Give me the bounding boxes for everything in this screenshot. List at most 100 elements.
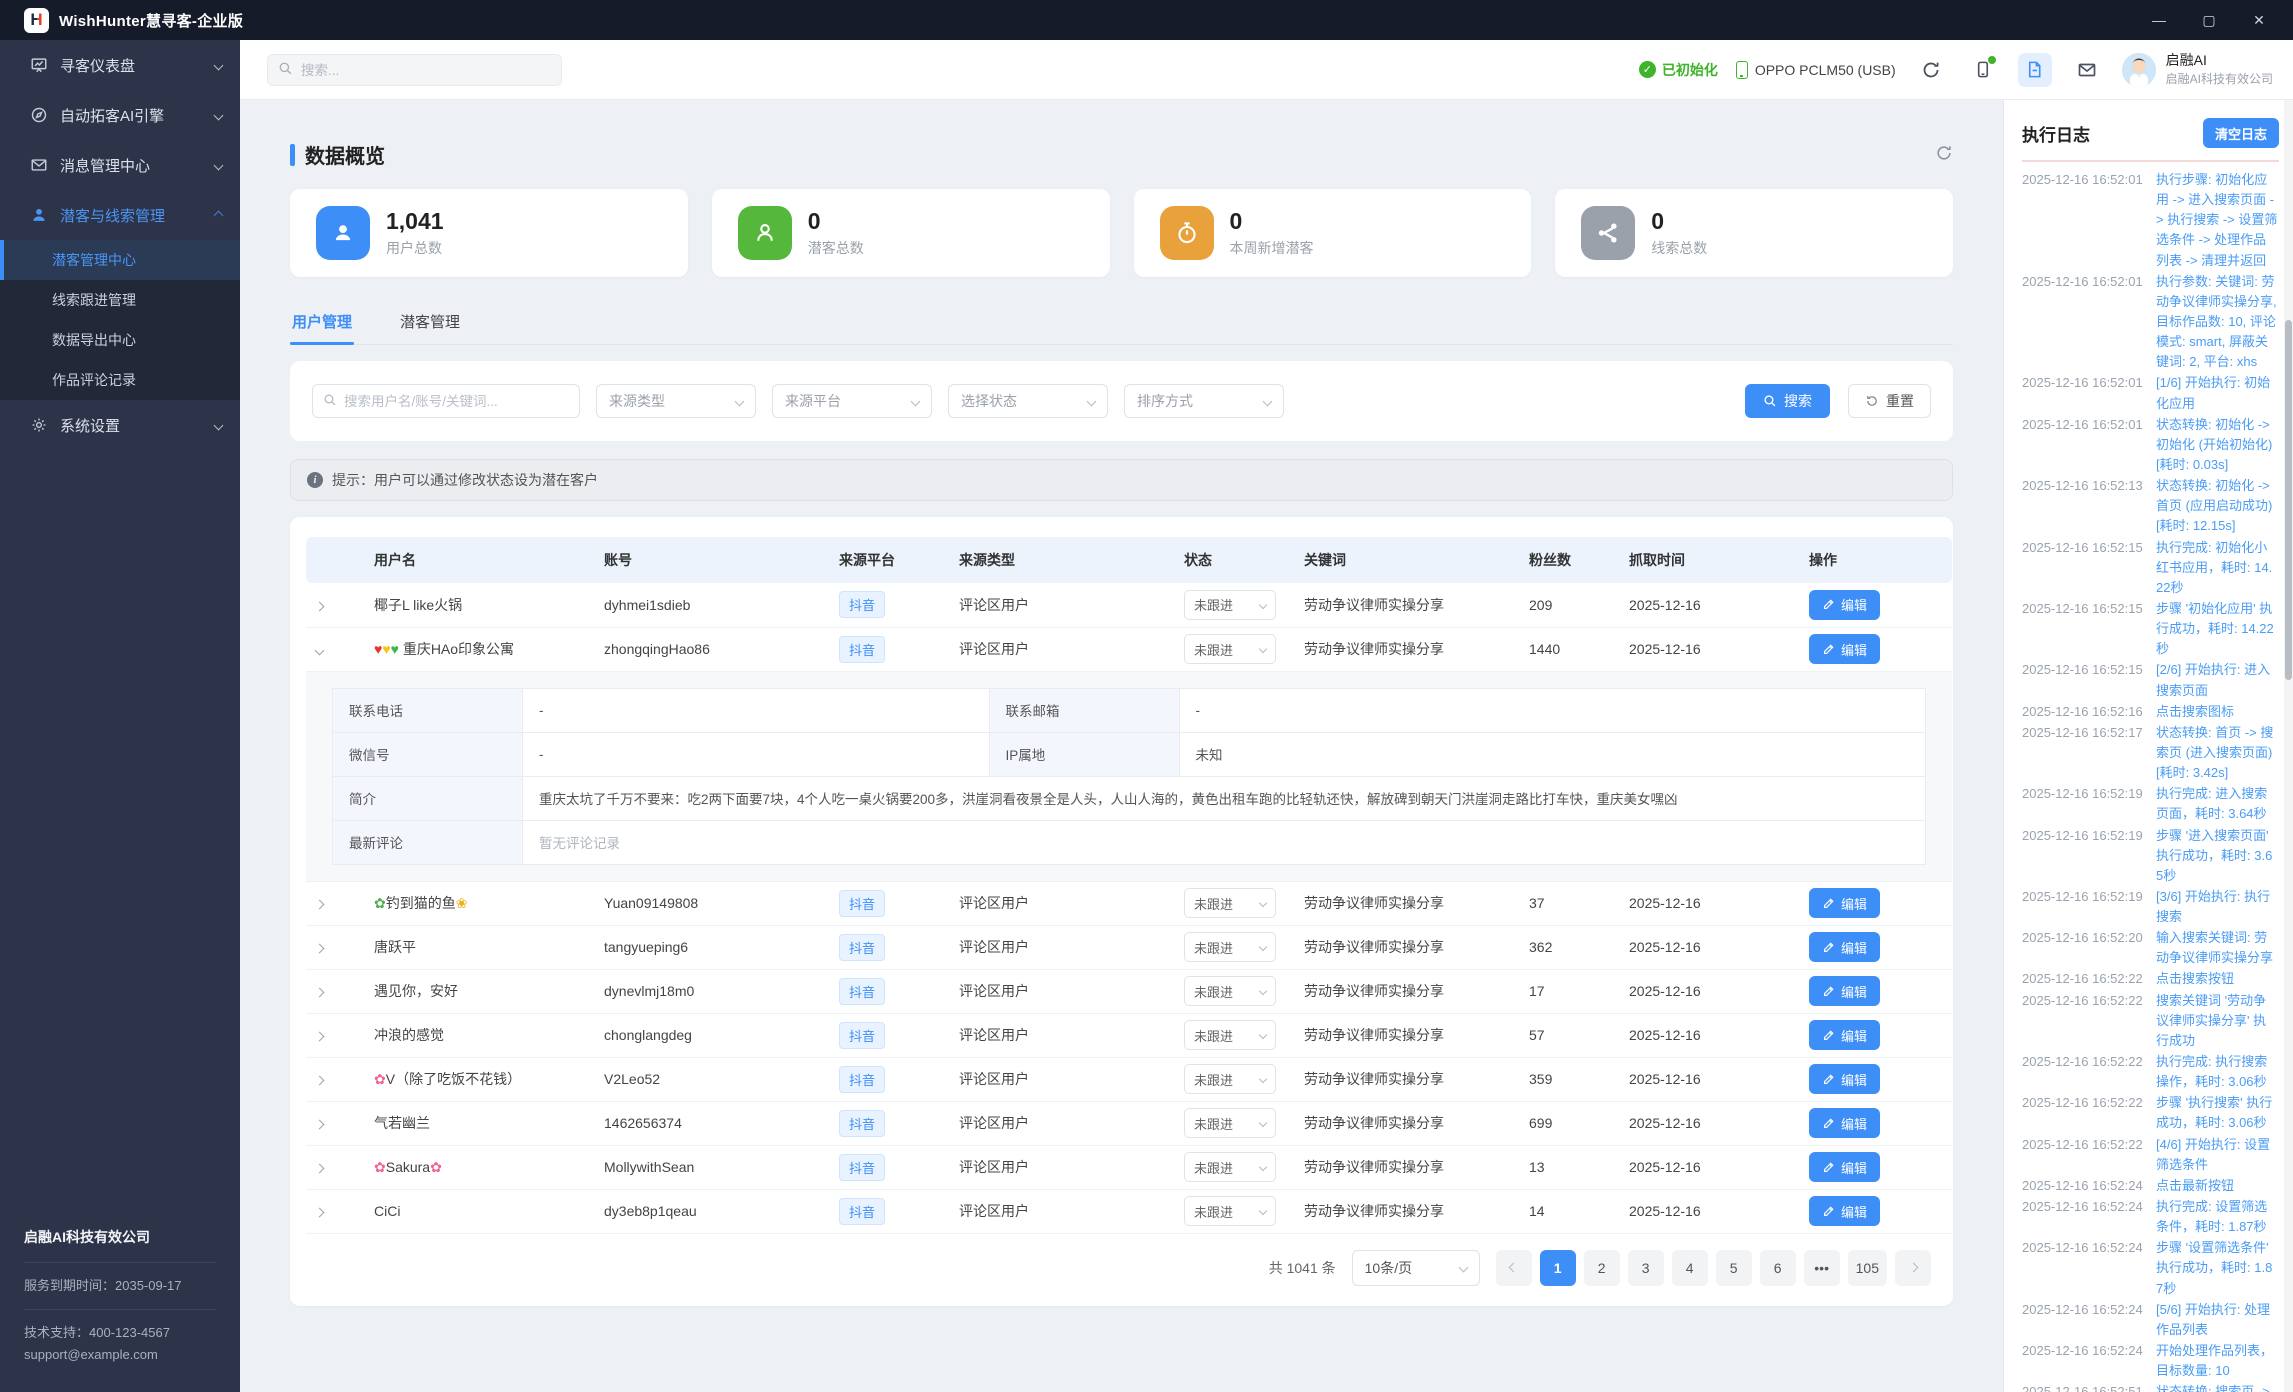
collapse-row-icon[interactable] (314, 645, 325, 656)
edit-button[interactable]: 编辑 (1809, 1152, 1881, 1182)
expand-row-icon[interactable] (314, 1075, 325, 1086)
keyword-cell: 劳动争议律师实操分享 (1294, 1189, 1519, 1234)
platform-cell: 抖音 (829, 969, 949, 1014)
filter-select-0[interactable]: 来源类型 (596, 384, 756, 418)
sidebar-footer: 启融AI科技有效公司 服务到期时间：2035-09-17 技术支持：400-12… (0, 1208, 240, 1392)
expand-row-icon[interactable] (314, 899, 325, 910)
minimize-button[interactable]: — (2149, 12, 2169, 29)
expand-row-icon[interactable] (314, 943, 325, 954)
chevron-down-icon (1258, 986, 1268, 996)
fans-cell: 359 (1519, 1057, 1619, 1102)
status-select[interactable]: 未跟进 (1184, 1064, 1276, 1094)
more-pages-button[interactable]: ••• (1803, 1249, 1840, 1286)
table-row: ✿V（除了吃饭不花钱） V2Leo52 抖音 评论区用户 未跟进 劳动争议律师实操分享 35… (306, 1057, 1952, 1102)
table-row: 椰子L like火锅 dyhmei1sdieb 抖音 评论区用户 未跟进 劳动争议律师实操… (306, 583, 1952, 628)
edit-button[interactable]: 编辑 (1809, 1196, 1881, 1226)
mail-button[interactable] (2070, 53, 2104, 87)
page-button-1[interactable]: 1 (1539, 1249, 1576, 1286)
prev-page-button[interactable] (1495, 1249, 1532, 1286)
edit-button[interactable]: 编辑 (1809, 888, 1881, 918)
filter-select-2[interactable]: 选择状态 (948, 384, 1108, 418)
global-search[interactable] (267, 54, 562, 86)
log-timestamp: 2025-12-16 16:52:51 (2022, 1384, 2143, 1392)
status-select[interactable]: 未跟进 (1184, 1152, 1276, 1182)
overview-refresh-icon[interactable] (1935, 144, 1953, 165)
clear-log-button[interactable]: 清空日志 (2202, 118, 2279, 148)
next-page-button[interactable] (1895, 1249, 1931, 1286)
username-cell: ✿钓到猫的鱼❀ (364, 881, 594, 926)
global-search-input[interactable] (301, 62, 531, 78)
status-cell: 未跟进 (1174, 925, 1294, 970)
log-message: 步骤 '初始化应用' 执行成功，耗时: 14.22秒 (2156, 600, 2274, 657)
account-cell: tangyueping6 (594, 925, 829, 970)
sidebar-subitem-3[interactable]: 作品评论记录 (0, 360, 240, 400)
status-cell: 未跟进 (1174, 1189, 1294, 1234)
edit-button[interactable]: 编辑 (1809, 1108, 1881, 1138)
status-select[interactable]: 未跟进 (1184, 932, 1276, 962)
device-manager-button[interactable] (1966, 53, 2000, 87)
maximize-button[interactable]: ▢ (2199, 12, 2219, 29)
log-scrollbar-thumb[interactable] (2285, 320, 2292, 680)
filter-select-3[interactable]: 排序方式 (1124, 384, 1284, 418)
mail-icon (30, 156, 48, 174)
expand-row-icon[interactable] (314, 1031, 325, 1042)
sidebar-item-4[interactable]: 系统设置 (0, 400, 240, 450)
action-cell: 编辑 (1799, 1101, 1952, 1146)
table-row: CiCi dy3eb8p1qeau 抖音 评论区用户 未跟进 劳动争议律师实操分享 14 20… (306, 1189, 1952, 1234)
source-type-cell: 评论区用户 (949, 1013, 1174, 1058)
detail-value: 未知 (1178, 731, 1927, 777)
close-button[interactable]: ✕ (2249, 12, 2269, 29)
sidebar-item-0[interactable]: 寻客仪表盘 (0, 40, 240, 90)
sidebar-item-1[interactable]: 自动拓客AI引擎 (0, 90, 240, 140)
table-search[interactable] (312, 384, 580, 418)
refresh-button[interactable] (1914, 53, 1948, 87)
reset-button[interactable]: 重置 (1848, 384, 1931, 418)
page-button-2[interactable]: 2 (1583, 1249, 1620, 1286)
expand-row-icon[interactable] (314, 1119, 325, 1130)
edit-button-label: 编辑 (1841, 1160, 1868, 1176)
expand-row-icon[interactable] (314, 1163, 325, 1174)
user-menu[interactable]: 启融AI 启融AI科技有效公司 (2121, 52, 2273, 87)
status-select[interactable]: 未跟进 (1184, 634, 1276, 664)
filter-select-1[interactable]: 来源平台 (772, 384, 932, 418)
status-select[interactable]: 未跟进 (1184, 888, 1276, 918)
status-select[interactable]: 未跟进 (1184, 1020, 1276, 1050)
edit-button[interactable]: 编辑 (1809, 976, 1881, 1006)
log-document-button[interactable] (2017, 52, 2052, 87)
page-button-6[interactable]: 6 (1759, 1249, 1796, 1286)
detail-table-row: 联系电话 - 联系邮箱 - (332, 687, 1927, 733)
edit-button[interactable]: 编辑 (1809, 634, 1881, 664)
sidebar-subitem-2[interactable]: 数据导出中心 (0, 320, 240, 360)
filter-select-label: 排序方式 (1137, 393, 1193, 409)
page-button-5[interactable]: 5 (1715, 1249, 1752, 1286)
sidebar-item-2[interactable]: 消息管理中心 (0, 140, 240, 190)
edit-button[interactable]: 编辑 (1809, 1020, 1881, 1050)
platform-badge: 抖音 (839, 1065, 886, 1093)
page-size-select[interactable]: 10条/页 (1351, 1249, 1480, 1286)
status-select[interactable]: 未跟进 (1184, 1108, 1276, 1138)
expand-row-icon[interactable] (314, 987, 325, 998)
status-select[interactable]: 未跟进 (1184, 589, 1276, 620)
search-button[interactable]: 搜索 (1745, 384, 1830, 418)
tab-1[interactable]: 潜客管理 (398, 305, 462, 344)
log-timestamp: 2025-12-16 16:52:20 (2022, 930, 2143, 946)
status-select[interactable]: 未跟进 (1184, 976, 1276, 1006)
expand-row-icon[interactable] (314, 601, 325, 612)
crawl-date-cell: 2025-12-16 (1619, 1145, 1799, 1190)
edit-button[interactable]: 编辑 (1809, 932, 1881, 962)
status-select[interactable]: 未跟进 (1184, 1196, 1276, 1226)
tab-0[interactable]: 用户管理 (290, 305, 355, 345)
stopwatch-icon (1159, 206, 1214, 260)
sidebar-subitem-1[interactable]: 线索跟进管理 (0, 280, 240, 320)
sidebar-subitem-0[interactable]: 潜客管理中心 (0, 240, 240, 280)
edit-button[interactable]: 编辑 (1809, 1064, 1881, 1094)
detail-label: 联系邮箱 (988, 687, 1180, 733)
page-button-3[interactable]: 3 (1627, 1249, 1664, 1286)
page-button-105[interactable]: 105 (1847, 1249, 1887, 1286)
edit-button[interactable]: 编辑 (1809, 589, 1881, 620)
expand-cell (306, 1145, 364, 1190)
expand-row-icon[interactable] (314, 1207, 325, 1218)
page-button-4[interactable]: 4 (1671, 1249, 1708, 1286)
sidebar-item-3[interactable]: 潜客与线索管理 (0, 190, 240, 240)
table-search-input[interactable] (344, 393, 559, 409)
